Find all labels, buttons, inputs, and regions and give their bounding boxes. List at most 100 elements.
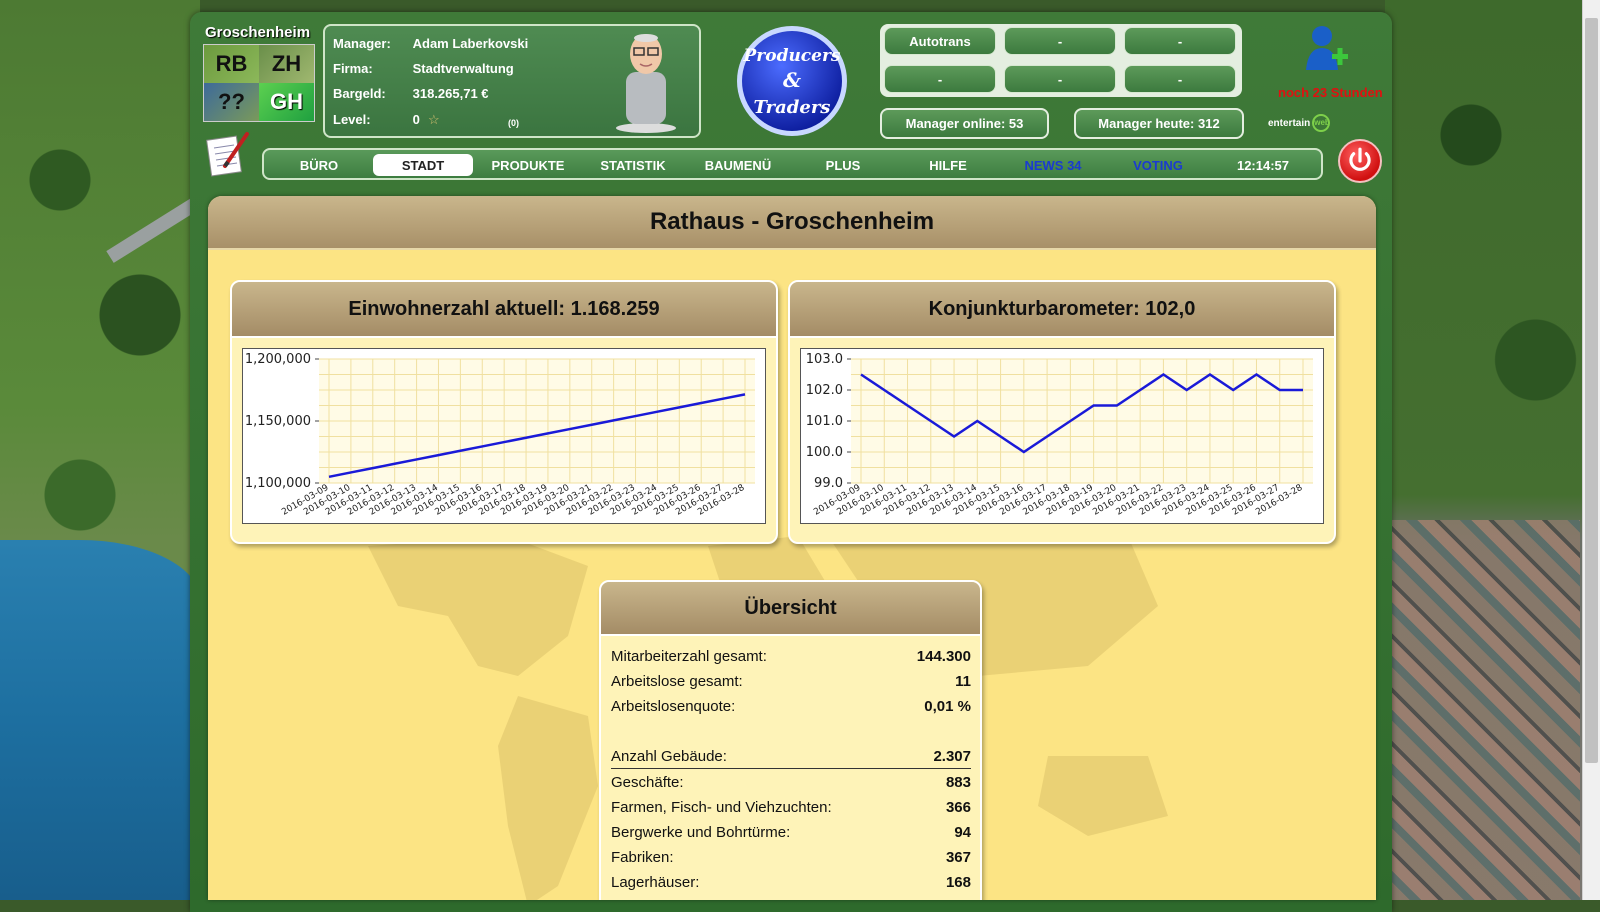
overview-row: Fabriken: 367 — [611, 845, 971, 869]
firma-row: Firma: Stadtverwaltung — [333, 61, 514, 76]
autotrans-button[interactable]: Autotrans — [884, 27, 996, 55]
overview-row: Lagerhäuser: 168 — [611, 870, 971, 894]
economy-chart-svg: 99.0100.0101.0102.0103.02016-03-092016-0… — [806, 352, 1313, 518]
content-area: Rathaus - Groschenheim Einwohnerzahl akt… — [208, 196, 1376, 900]
entertain-text: entertain — [1268, 117, 1311, 129]
manager-label: Manager: — [333, 36, 391, 51]
overview-value: 883 — [945, 773, 971, 791]
economy-chart-title: Konjunkturbarometer: 102,0 — [790, 282, 1334, 338]
slot-button-4[interactable]: - — [884, 65, 996, 93]
overview-label: Arbeitslose gesamt: — [611, 672, 743, 690]
overview-row: Anzahl Gebäude: 2.307 — [611, 744, 971, 768]
city-zh[interactable]: ZH — [259, 45, 314, 83]
overview-row: Mitarbeiterzahl gesamt: 144.300 — [611, 644, 971, 668]
city-gh[interactable]: GH — [259, 83, 314, 121]
population-chart: 1,100,000 1,150,000 1,200,000 2016-03-09 201… — [242, 348, 766, 524]
manager-today-label: Manager heute: — [1098, 116, 1195, 131]
slot-button-2[interactable]: - — [1004, 27, 1116, 55]
overview-divider — [611, 768, 971, 769]
nav-hilfe[interactable]: HILFE — [898, 154, 998, 176]
power-icon[interactable] — [1338, 139, 1382, 183]
entertain-web-logo[interactable]: entertain web — [1268, 114, 1331, 132]
y-tick-label: 1,200,000 — [245, 352, 311, 367]
y-tick-label: 103.0 — [806, 352, 843, 367]
producers-traders-logo: Producers & Traders — [737, 26, 847, 136]
nav-baumenue[interactable]: BAUMENÜ — [688, 154, 788, 176]
manager-value: Adam Laberkovski — [412, 36, 529, 51]
logo-line-2: & — [783, 68, 801, 92]
manager-row: Manager: Adam Laberkovski — [333, 36, 528, 51]
overview-label: Anzahl Gebäude: — [611, 747, 727, 765]
bargeld-row: Bargeld: 318.265,71 € — [333, 86, 489, 101]
overview-label: Lagerhäuser: — [611, 873, 700, 891]
main-nav: BÜRO STADT PRODUKTE STATISTIK BAUMENÜ PL… — [262, 148, 1323, 180]
city-name: Groschenheim — [205, 24, 311, 41]
nav-produkte[interactable]: PRODUKTE — [478, 154, 578, 176]
overview-label: Mitarbeiterzahl gesamt: — [611, 647, 767, 665]
overview-label: Arbeitslosenquote: — [611, 697, 736, 715]
quick-access-panel: Autotrans - - - - - — [880, 24, 1242, 97]
economy-chart: 99.0 100.0 101.0 102.0 103.0 2016-03-09 2016-0… — [800, 348, 1324, 524]
overview-row: Arbeitslose gesamt: 11 — [611, 669, 971, 693]
level-row: Level: 0 — [333, 112, 420, 127]
nav-news[interactable]: NEWS 34 — [1003, 154, 1103, 176]
overview-row: Geschäfte: 883 — [611, 770, 971, 794]
nav-statistik[interactable]: STATISTIK — [583, 154, 683, 176]
nav-buero[interactable]: BÜRO — [269, 154, 369, 176]
overview-row: Farmen, Fisch- und Viehzuchten: 366 — [611, 795, 971, 819]
manager-online-value: 53 — [1008, 116, 1024, 131]
economy-chart-panel: Konjunkturbarometer: 102,0 99.0 100.0 101.… — [788, 280, 1336, 544]
overview-title: Übersicht — [601, 582, 980, 636]
overview-value: 11 — [955, 672, 971, 690]
firma-label: Firma: — [333, 61, 373, 76]
page-scrollbar[interactable] — [1582, 0, 1600, 900]
slot-button-3[interactable]: - — [1124, 27, 1236, 55]
population-chart-title: Einwohnerzahl aktuell: 1.168.259 — [232, 282, 776, 338]
city-unknown[interactable]: ?? — [204, 83, 259, 121]
nav-voting[interactable]: VOTING — [1108, 154, 1208, 176]
nav-stadt[interactable]: STADT — [373, 154, 473, 176]
clock: 12:14:57 — [1236, 157, 1290, 173]
y-tick-label: 101.0 — [806, 414, 843, 429]
overview-label: Farmen, Fisch- und Viehzuchten: — [611, 798, 832, 816]
star-icon: ☆ — [428, 112, 440, 127]
population-chart-panel: Einwohnerzahl aktuell: 1.168.259 1,100,0… — [230, 280, 778, 544]
city-rb[interactable]: RB — [204, 45, 259, 83]
slot-button-6[interactable]: - — [1124, 65, 1236, 93]
overview-label: Fabriken: — [611, 848, 674, 866]
y-tick-label: 1,100,000 — [245, 476, 311, 491]
overview-label: Geschäfte: — [611, 773, 684, 791]
overview-panel: Übersicht Mitarbeiterzahl gesamt: 144.30… — [599, 580, 982, 900]
scrollbar-thumb[interactable] — [1585, 18, 1598, 763]
overview-row: Bergwerke und Bohrtürme: 94 — [611, 820, 971, 844]
city-selector: RB ZH ?? GH — [203, 44, 315, 122]
overview-value: 367 — [945, 848, 971, 866]
avatar — [616, 34, 676, 133]
level-label: Level: — [333, 112, 371, 127]
notepad-icon[interactable] — [205, 130, 251, 178]
overview-label: Bergwerke und Bohrtürme: — [611, 823, 791, 841]
overview-value: 2.307 — [933, 747, 971, 765]
scenery-water — [0, 540, 200, 900]
logo-line-1: Producers — [742, 46, 840, 66]
overview-value: 366 — [945, 798, 971, 816]
manager-online-label: Manager online: — [905, 116, 1006, 131]
manager-online-box: Manager online: 53 — [880, 108, 1049, 139]
y-tick-label: 102.0 — [806, 383, 843, 398]
scenery-city — [1390, 520, 1580, 900]
overview-value: 0,01 % — [924, 697, 971, 715]
level-value: 0 — [412, 112, 420, 127]
page-title: Rathaus - Groschenheim — [208, 196, 1376, 250]
manager-panel: Manager: Adam Laberkovski Firma: Stadtve… — [323, 24, 701, 138]
add-user-icon[interactable] — [1304, 22, 1350, 74]
population-chart-svg: 1,100,0001,150,0001,200,0002016-03-09201… — [245, 352, 755, 518]
bargeld-value: 318.265,71 € — [412, 86, 489, 101]
overview-value: 144.300 — [916, 647, 971, 665]
y-tick-label: 99.0 — [814, 476, 843, 491]
y-tick-label: 1,150,000 — [245, 414, 311, 429]
nav-plus[interactable]: PLUS — [793, 154, 893, 176]
level-count: (0) — [508, 118, 519, 128]
overview-row: Arbeitslosenquote: 0,01 % — [611, 694, 971, 718]
overview-value: 168 — [945, 873, 971, 891]
slot-button-5[interactable]: - — [1004, 65, 1116, 93]
